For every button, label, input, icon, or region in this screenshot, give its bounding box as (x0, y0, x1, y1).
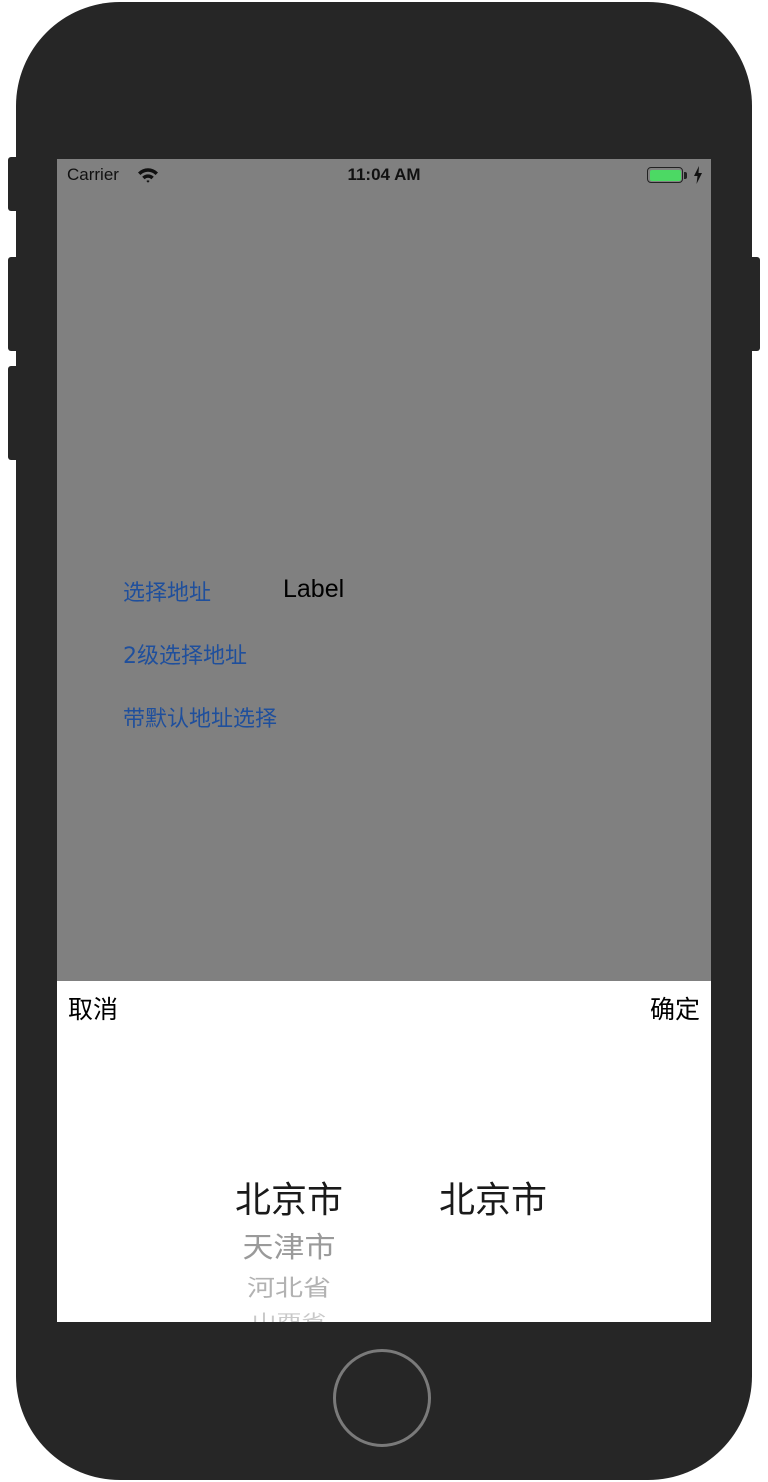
battery-terminal (684, 172, 687, 179)
battery-level-fill (649, 169, 681, 181)
address-picker-sheet: 取消 确定 北京市 天津市 河北省 山西省 北京市 (57, 981, 711, 1322)
select-address-button[interactable]: 选择地址 (123, 575, 211, 607)
charging-bolt-icon (694, 166, 702, 184)
province-picker-column[interactable]: 北京市 天津市 河北省 山西省 (199, 1176, 379, 1322)
status-bar: Carrier 11:04 AM (57, 159, 711, 191)
status-time: 11:04 AM (347, 165, 421, 184)
cancel-button[interactable]: 取消 (68, 990, 118, 1026)
province-option[interactable]: 河北省 (199, 1273, 379, 1303)
province-option[interactable]: 山西省 (199, 1311, 379, 1322)
select-address-2-level-button[interactable]: 2级选择地址 (123, 638, 247, 670)
confirm-button[interactable]: 确定 (650, 990, 700, 1026)
province-option-selected[interactable]: 北京市 (199, 1176, 379, 1226)
battery-icon (647, 167, 683, 183)
screen: Carrier 11:04 AM 选择地址 Label 2级选择地址 带默认地址… (57, 159, 711, 1322)
result-label: Label (283, 575, 345, 603)
home-button[interactable] (333, 1349, 431, 1447)
city-option-selected[interactable]: 北京市 (403, 1176, 583, 1226)
city-picker-column[interactable]: 北京市 (403, 1176, 583, 1226)
select-default-address-button[interactable]: 带默认地址选择 (123, 701, 277, 733)
province-option[interactable]: 天津市 (199, 1228, 379, 1268)
